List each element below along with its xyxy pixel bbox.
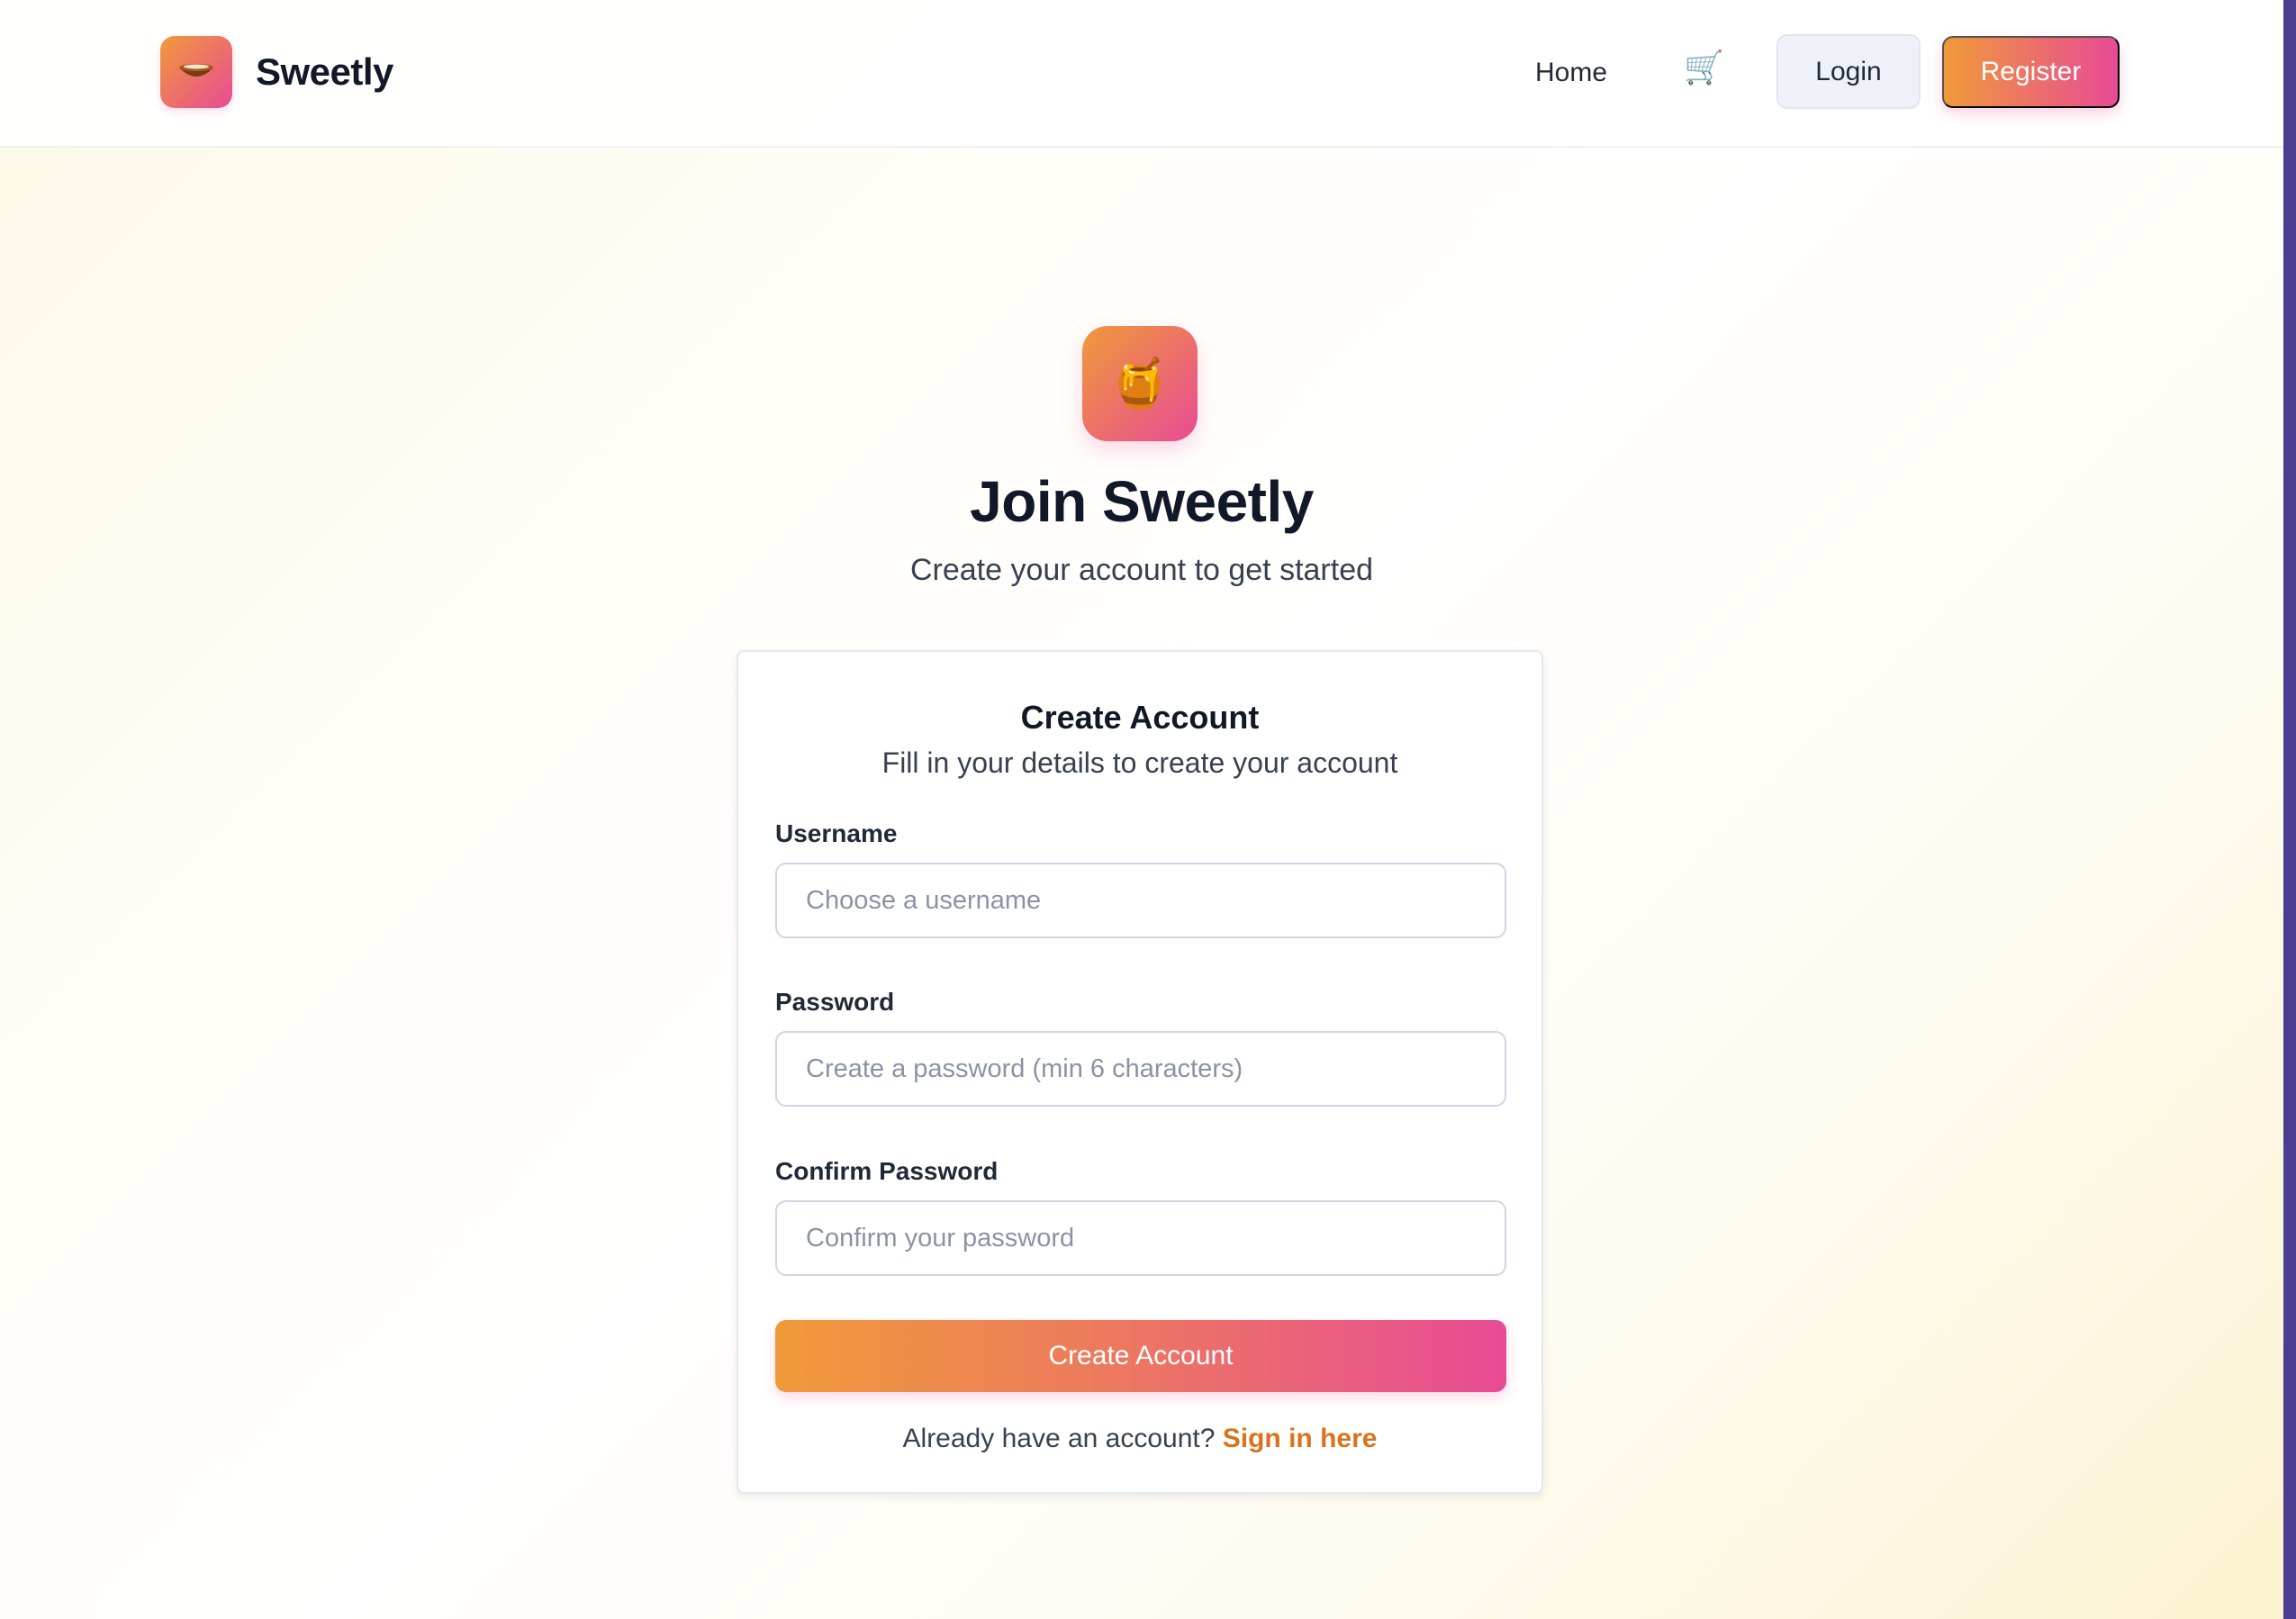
register-button[interactable]: Register <box>1942 36 2120 108</box>
username-input[interactable] <box>775 863 1506 938</box>
page-subtitle: Create your account to get started <box>909 553 1374 587</box>
window-edge <box>2283 0 2296 1619</box>
username-label: Username <box>775 819 898 847</box>
signin-prompt-row: Already have an account? Sign in here <box>738 1424 1541 1454</box>
form-title: Create Account <box>1020 699 1260 736</box>
create-account-button[interactable]: Create Account <box>775 1320 1506 1392</box>
password-label: Password <box>775 988 895 1016</box>
page-title: Join Sweetly <box>970 469 1314 534</box>
brand-name: Sweetly <box>256 50 393 93</box>
cart-icon[interactable]: 🛒 <box>1684 49 1724 86</box>
honey-pot-icon: 🍯 <box>1082 326 1198 441</box>
password-input[interactable] <box>775 1031 1506 1107</box>
confirm-password-label: Confirm Password <box>775 1157 999 1185</box>
top-navbar: Sweetly Home 🛒 Login Register <box>0 0 2283 148</box>
nav-home-link[interactable]: Home <box>1535 58 1607 88</box>
signin-link[interactable]: Sign in here <box>1223 1424 1378 1453</box>
signin-prompt-text: Already have an account? <box>902 1424 1216 1453</box>
register-form-card: Create Account Fill in your details to c… <box>737 650 1543 1494</box>
bowl-glyph <box>179 64 213 77</box>
bowl-icon <box>160 36 232 108</box>
brand[interactable]: Sweetly <box>160 36 393 108</box>
confirm-password-input[interactable] <box>775 1200 1506 1276</box>
login-button[interactable]: Login <box>1776 34 1921 109</box>
form-subtitle: Fill in your details to create your acco… <box>881 746 1398 779</box>
